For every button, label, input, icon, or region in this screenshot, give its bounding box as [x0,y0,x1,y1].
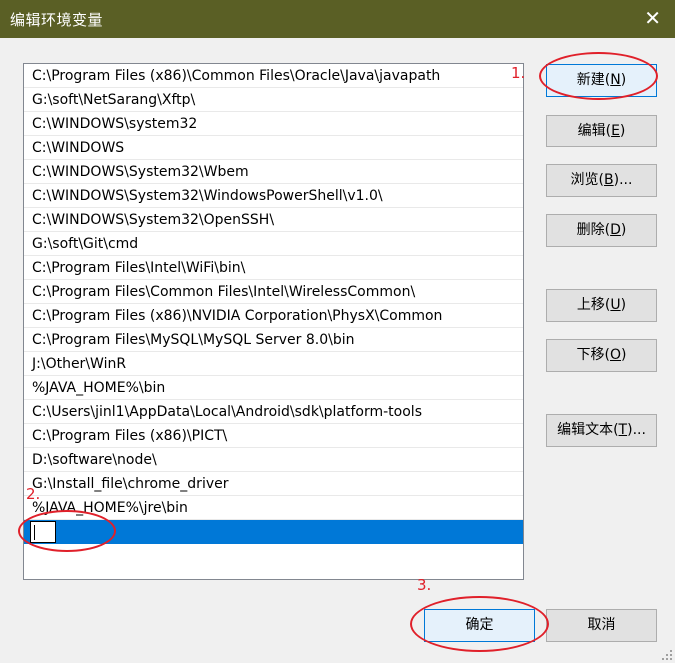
title-bar: 编辑环境变量 ✕ [0,0,675,38]
new-path-row[interactable] [24,520,523,544]
path-list-item[interactable]: %JAVA_HOME%\jre\bin [24,496,523,520]
path-list-item[interactable]: C:\Program Files (x86)\PICT\ [24,424,523,448]
browse-button[interactable]: 浏览(B)... [546,164,657,197]
path-list-item[interactable]: C:\WINDOWS\System32\WindowsPowerShell\v1… [24,184,523,208]
path-list-item[interactable]: G:\soft\Git\cmd [24,232,523,256]
annotation-step-3: 3. [417,576,432,594]
path-list-item[interactable]: C:\Program Files\Common Files\Intel\Wire… [24,280,523,304]
path-list-item[interactable]: J:\Other\WinR [24,352,523,376]
annotation-step-2: 2. [26,485,41,503]
path-list-item[interactable]: C:\Program Files (x86)\Common Files\Orac… [24,64,523,88]
edit-text-button[interactable]: 编辑文本(T)... [546,414,657,447]
resize-grip-icon[interactable] [661,649,673,661]
close-icon[interactable]: ✕ [644,7,661,29]
path-list-item[interactable]: %JAVA_HOME%\bin [24,376,523,400]
path-list-item[interactable]: C:\WINDOWS\system32 [24,112,523,136]
path-list-item[interactable]: C:\Users\jinl1\AppData\Local\Android\sdk… [24,400,523,424]
path-list-item[interactable]: G:\soft\NetSarang\Xftp\ [24,88,523,112]
path-list-item[interactable]: C:\Program Files\Intel\WiFi\bin\ [24,256,523,280]
edit-button[interactable]: 编辑(E) [546,115,657,147]
path-list-item[interactable]: D:\software\node\ [24,448,523,472]
path-list-item[interactable]: C:\WINDOWS\System32\OpenSSH\ [24,208,523,232]
delete-button[interactable]: 删除(D) [546,214,657,247]
path-list-item[interactable]: C:\Program Files (x86)\NVIDIA Corporatio… [24,304,523,328]
path-list-item[interactable]: C:\Program Files\MySQL\MySQL Server 8.0\… [24,328,523,352]
move-down-button[interactable]: 下移(O) [546,339,657,372]
move-up-button[interactable]: 上移(U) [546,289,657,322]
annotation-step-1: 1. [511,64,526,82]
new-path-input[interactable] [30,521,56,543]
ok-button[interactable]: 确定 [424,609,535,642]
text-cursor [34,525,35,540]
path-list[interactable]: C:\Program Files (x86)\Common Files\Orac… [23,63,524,580]
new-button[interactable]: 新建(N) [546,64,657,97]
path-list-item[interactable]: G:\Install_file\chrome_driver [24,472,523,496]
path-list-item[interactable]: C:\WINDOWS [24,136,523,160]
window-title: 编辑环境变量 [10,11,104,29]
cancel-button[interactable]: 取消 [546,609,657,642]
path-list-item[interactable]: C:\WINDOWS\System32\Wbem [24,160,523,184]
